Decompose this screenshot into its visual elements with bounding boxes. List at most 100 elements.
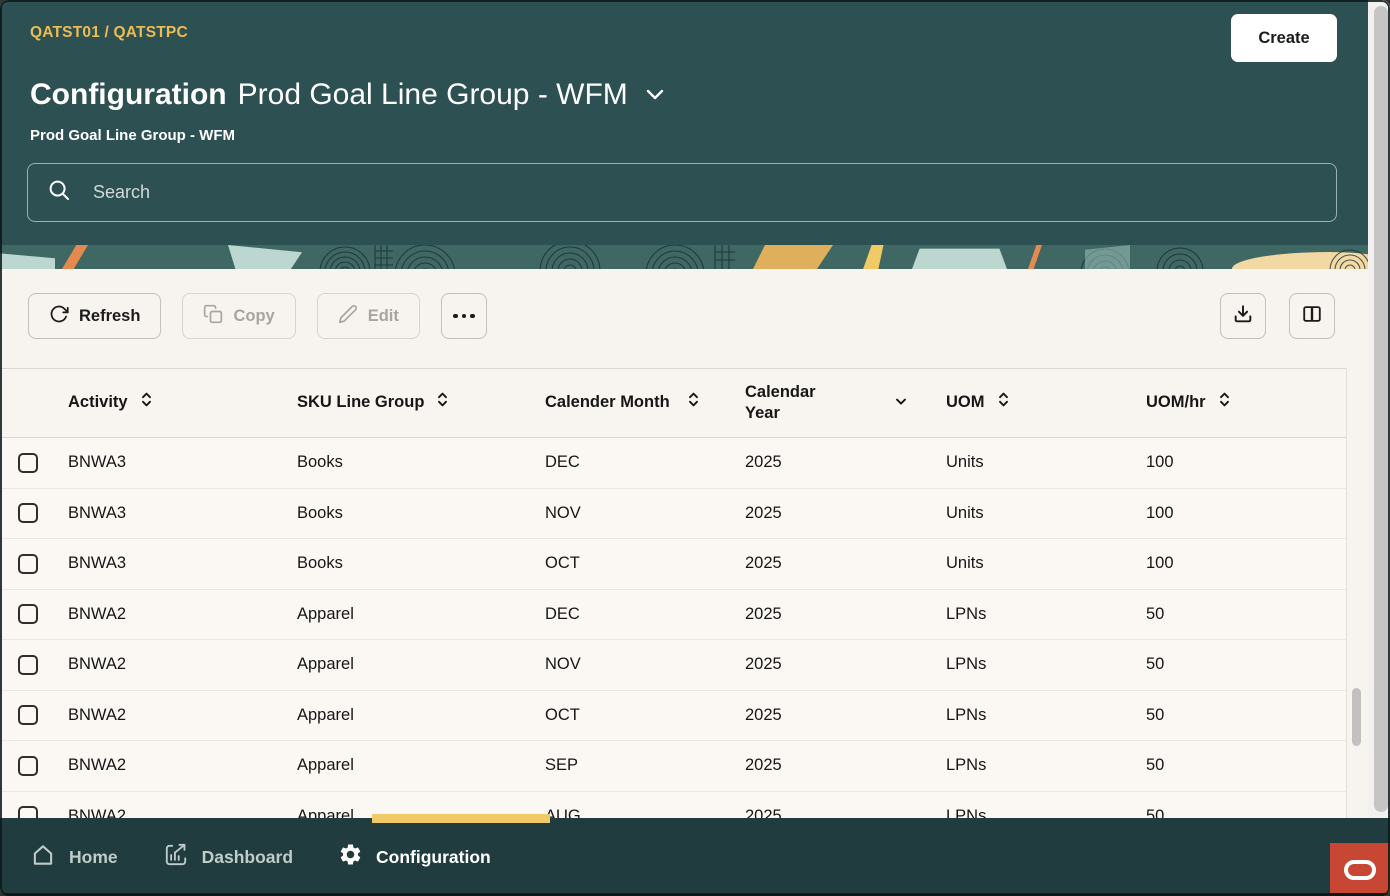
cell-month: SEP <box>545 756 745 775</box>
window-scrollbar-track[interactable] <box>1368 0 1390 818</box>
cell-year: 2025 <box>745 504 946 523</box>
row-checkbox[interactable] <box>18 453 38 473</box>
table-scrollbar-thumb[interactable] <box>1352 688 1361 746</box>
cell-uom: Units <box>946 504 1146 523</box>
toolbar: Refresh Copy Edit <box>28 293 1335 339</box>
table-row[interactable]: BNWA2 Apparel OCT 2025 LPNs 50 <box>0 691 1346 742</box>
dashboard-icon <box>163 842 189 873</box>
column-header-activity[interactable]: Activity <box>68 390 297 415</box>
cell-uom: Units <box>946 453 1146 472</box>
cell-year: 2025 <box>745 605 946 624</box>
cell-activity: BNWA2 <box>68 655 297 674</box>
column-label: UOM/hr <box>1146 392 1206 413</box>
cell-month: OCT <box>545 706 745 725</box>
cell-sku: Books <box>297 554 545 573</box>
window-scrollbar-thumb[interactable] <box>1374 6 1388 812</box>
cell-uom: LPNs <box>946 605 1146 624</box>
search-icon <box>46 177 73 209</box>
page-subtitle: Prod Goal Line Group - WFM <box>30 127 235 144</box>
column-header-calender-month[interactable]: Calender Month <box>545 390 745 415</box>
nav-label: Home <box>69 847 118 868</box>
column-header-uom[interactable]: UOM <box>946 390 1146 415</box>
cell-uom-hr: 50 <box>1146 655 1346 674</box>
cell-sku: Apparel <box>297 655 545 674</box>
row-checkbox[interactable] <box>18 503 38 523</box>
cell-uom-hr: 50 <box>1146 706 1346 725</box>
home-icon <box>30 842 56 873</box>
row-checkbox[interactable] <box>18 756 38 776</box>
columns-button[interactable] <box>1289 293 1335 339</box>
create-button[interactable]: Create <box>1231 14 1337 62</box>
chevron-down-icon[interactable] <box>643 80 667 114</box>
column-header-calendar-year[interactable]: Calendar Year <box>745 382 946 425</box>
cell-uom: LPNs <box>946 807 1146 818</box>
table-row[interactable]: BNWA3 Books DEC 2025 Units 100 <box>0 438 1346 489</box>
sort-icon[interactable] <box>687 390 700 415</box>
table-row[interactable]: BNWA2 Apparel SEP 2025 LPNs 50 <box>0 741 1346 792</box>
oracle-logo[interactable] <box>1330 843 1390 896</box>
sort-icon[interactable] <box>436 390 449 415</box>
oracle-o-mark <box>1344 860 1376 880</box>
row-checkbox[interactable] <box>18 705 38 725</box>
row-checkbox[interactable] <box>18 806 38 818</box>
table-row[interactable]: BNWA2 Apparel NOV 2025 LPNs 50 <box>0 640 1346 691</box>
content-area: Refresh Copy Edit <box>0 269 1368 818</box>
decorative-banner <box>0 245 1368 269</box>
cell-year: 2025 <box>745 554 946 573</box>
cell-year: 2025 <box>745 453 946 472</box>
sort-icon[interactable] <box>997 390 1010 415</box>
download-button[interactable] <box>1220 293 1266 339</box>
cell-uom: Units <box>946 554 1146 573</box>
search-box[interactable] <box>27 163 1337 222</box>
page-title: Configuration Prod Goal Line Group - WFM <box>30 76 667 114</box>
copy-button[interactable]: Copy <box>182 293 295 339</box>
column-header-sku-line-group[interactable]: SKU Line Group <box>297 390 545 415</box>
more-actions-button[interactable] <box>441 293 487 339</box>
cell-sku: Apparel <box>297 706 545 725</box>
download-icon <box>1232 303 1254 330</box>
sort-icon[interactable] <box>140 390 153 415</box>
row-checkbox[interactable] <box>18 604 38 624</box>
cell-activity: BNWA2 <box>68 756 297 775</box>
nav-item-dashboard[interactable]: Dashboard <box>163 842 293 873</box>
cell-uom-hr: 100 <box>1146 504 1346 523</box>
columns-icon <box>1301 303 1323 330</box>
sort-icon[interactable] <box>1218 390 1231 415</box>
cell-sku: Books <box>297 453 545 472</box>
nav-label: Dashboard <box>202 847 293 868</box>
cell-activity: BNWA3 <box>68 453 297 472</box>
nav-item-home[interactable]: Home <box>30 842 118 873</box>
cell-uom-hr: 50 <box>1146 807 1346 818</box>
breadcrumb[interactable]: QATST01 / QATSTPC <box>30 24 188 42</box>
row-checkbox[interactable] <box>18 655 38 675</box>
table-row[interactable]: BNWA3 Books NOV 2025 Units 100 <box>0 489 1346 540</box>
cell-sku: Apparel <box>297 605 545 624</box>
data-table: Activity SKU Line Group Calender Month C… <box>0 368 1347 818</box>
cell-activity: BNWA2 <box>68 605 297 624</box>
table-row[interactable]: BNWA2 Apparel AUG 2025 LPNs 50 <box>0 792 1346 819</box>
cell-month: AUG <box>545 807 745 818</box>
edit-label: Edit <box>368 307 399 326</box>
cell-year: 2025 <box>745 756 946 775</box>
copy-icon <box>203 304 223 329</box>
sort-down-icon[interactable] <box>893 392 909 413</box>
search-input[interactable] <box>93 182 1318 203</box>
column-label: Activity <box>68 392 128 413</box>
cell-uom-hr: 50 <box>1146 756 1346 775</box>
column-header-uom-hr[interactable]: UOM/hr <box>1146 390 1346 415</box>
cell-month: DEC <box>545 605 745 624</box>
cell-activity: BNWA2 <box>68 807 297 818</box>
cell-uom-hr: 100 <box>1146 554 1346 573</box>
row-checkbox[interactable] <box>18 554 38 574</box>
edit-button[interactable]: Edit <box>317 293 420 339</box>
table-row[interactable]: BNWA3 Books OCT 2025 Units 100 <box>0 539 1346 590</box>
nav-item-configuration[interactable]: Configuration <box>338 842 491 872</box>
cell-year: 2025 <box>745 706 946 725</box>
cell-uom: LPNs <box>946 706 1146 725</box>
table-row[interactable]: BNWA2 Apparel DEC 2025 LPNs 50 <box>0 590 1346 641</box>
column-label: UOM <box>946 392 985 413</box>
refresh-icon <box>49 304 69 329</box>
horizontal-scrollbar-thumb[interactable] <box>372 814 550 823</box>
page-title-section: Configuration <box>30 78 227 112</box>
refresh-button[interactable]: Refresh <box>28 293 161 339</box>
